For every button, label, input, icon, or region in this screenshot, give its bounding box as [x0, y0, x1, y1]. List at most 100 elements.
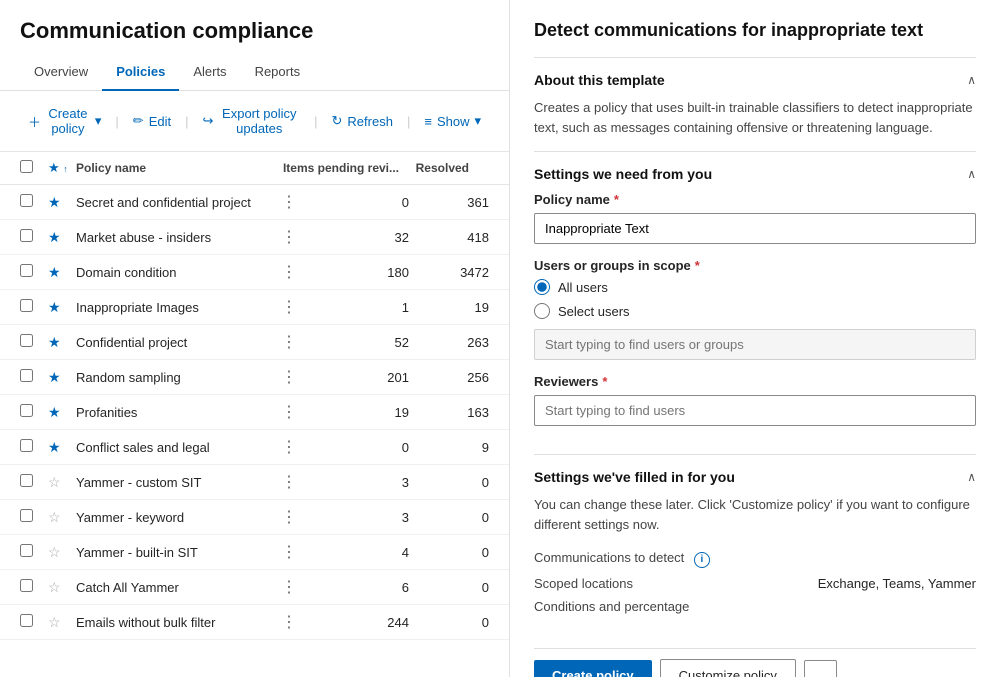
select-all-checkbox[interactable]	[20, 160, 33, 173]
row-menu-4[interactable]: ⋮	[279, 332, 299, 352]
header-pending: Items pending revi...	[279, 161, 399, 175]
row-checkbox-1[interactable]	[20, 229, 33, 242]
row-star-4[interactable]: ★	[48, 334, 76, 351]
row-pending-0: 0	[299, 195, 419, 210]
comms-to-detect-row: Communications to detect i	[534, 546, 976, 572]
row-resolved-10: 0	[419, 545, 489, 560]
row-star-12[interactable]: ☆	[48, 614, 76, 631]
row-star-0[interactable]: ★	[48, 194, 76, 211]
row-menu-2[interactable]: ⋮	[279, 262, 299, 282]
row-star-2[interactable]: ★	[48, 264, 76, 281]
row-name-2: Domain condition	[76, 265, 279, 280]
row-menu-11[interactable]: ⋮	[279, 577, 299, 597]
row-star-3[interactable]: ★	[48, 299, 76, 316]
table-row[interactable]: ☆ Yammer - custom SIT ⋮ 3 0	[0, 465, 509, 500]
table-row[interactable]: ☆ Emails without bulk filter ⋮ 244 0	[0, 605, 509, 640]
users-search-input[interactable]	[534, 329, 976, 360]
row-star-10[interactable]: ☆	[48, 544, 76, 561]
row-checkbox-11[interactable]	[20, 579, 33, 592]
create-policy-submit-button[interactable]: Create policy	[534, 660, 652, 677]
edit-button[interactable]: ✏ Edit	[125, 108, 179, 134]
row-menu-0[interactable]: ⋮	[279, 192, 299, 212]
row-star-1[interactable]: ★	[48, 229, 76, 246]
panel-title: Detect communications for inappropriate …	[534, 20, 976, 41]
about-chevron-icon: ∧	[967, 73, 976, 87]
tab-overview[interactable]: Overview	[20, 54, 102, 91]
about-section-header[interactable]: About this template ∧	[534, 58, 976, 98]
show-button[interactable]: ≡ Show ▾	[416, 108, 489, 134]
radio-select-users-input[interactable]	[534, 303, 550, 319]
about-description: Creates a policy that uses built-in trai…	[534, 98, 976, 137]
page-title: Communication compliance	[0, 0, 509, 54]
row-star-7[interactable]: ★	[48, 439, 76, 456]
row-star-5[interactable]: ★	[48, 369, 76, 386]
settings-from-you-header[interactable]: Settings we need from you ∧	[534, 152, 976, 192]
row-resolved-3: 19	[419, 300, 489, 315]
radio-select-users[interactable]: Select users	[534, 303, 976, 319]
table-row[interactable]: ☆ Catch All Yammer ⋮ 6 0	[0, 570, 509, 605]
table-row[interactable]: ☆ Yammer - keyword ⋮ 3 0	[0, 500, 509, 535]
header-star-cell[interactable]: ★ ↑	[48, 160, 76, 176]
reviewers-input[interactable]	[534, 395, 976, 426]
row-star-8[interactable]: ☆	[48, 474, 76, 491]
row-star-11[interactable]: ☆	[48, 579, 76, 596]
row-menu-6[interactable]: ⋮	[279, 402, 299, 422]
tab-alerts[interactable]: Alerts	[179, 54, 240, 91]
row-checkbox-0[interactable]	[20, 194, 33, 207]
row-name-4: Confidential project	[76, 335, 279, 350]
row-menu-8[interactable]: ⋮	[279, 472, 299, 492]
row-checkbox-cell	[20, 229, 48, 245]
radio-all-users[interactable]: All users	[534, 279, 976, 295]
row-menu-5[interactable]: ⋮	[279, 367, 299, 387]
row-checkbox-4[interactable]	[20, 334, 33, 347]
row-checkbox-5[interactable]	[20, 369, 33, 382]
row-checkbox-7[interactable]	[20, 439, 33, 452]
tab-reports[interactable]: Reports	[241, 54, 315, 91]
header-name[interactable]: Policy name	[76, 161, 279, 175]
radio-all-users-input[interactable]	[534, 279, 550, 295]
row-resolved-8: 0	[419, 475, 489, 490]
row-menu-1[interactable]: ⋮	[279, 227, 299, 247]
table-row[interactable]: ★ Secret and confidential project ⋮ 0 36…	[0, 185, 509, 220]
policy-name-input[interactable]	[534, 213, 976, 244]
row-menu-7[interactable]: ⋮	[279, 437, 299, 457]
row-checkbox-3[interactable]	[20, 299, 33, 312]
row-star-9[interactable]: ☆	[48, 509, 76, 526]
row-checkbox-8[interactable]	[20, 474, 33, 487]
separator4: |	[407, 114, 410, 129]
table-row[interactable]: ★ Domain condition ⋮ 180 3472	[0, 255, 509, 290]
table-row[interactable]: ★ Inappropriate Images ⋮ 1 19	[0, 290, 509, 325]
table-row[interactable]: ★ Market abuse - insiders ⋮ 32 418	[0, 220, 509, 255]
tab-policies[interactable]: Policies	[102, 54, 179, 91]
table-row[interactable]: ★ Confidential project ⋮ 52 263	[0, 325, 509, 360]
row-checkbox-12[interactable]	[20, 614, 33, 627]
export-button[interactable]: ↪ Export policy updates	[195, 101, 309, 141]
info-icon[interactable]: i	[694, 552, 710, 568]
customize-policy-button[interactable]: Customize policy	[660, 659, 796, 677]
row-star-6[interactable]: ★	[48, 404, 76, 421]
required-indicator: *	[614, 192, 619, 207]
row-menu-12[interactable]: ⋮	[279, 612, 299, 632]
create-policy-button[interactable]: ＋ Create policy ▾	[20, 101, 109, 141]
row-menu-9[interactable]: ⋮	[279, 507, 299, 527]
bottom-actions: Create policy Customize policy ...	[534, 648, 976, 677]
row-checkbox-2[interactable]	[20, 264, 33, 277]
row-pending-10: 4	[299, 545, 419, 560]
row-checkbox-9[interactable]	[20, 509, 33, 522]
row-menu-10[interactable]: ⋮	[279, 542, 299, 562]
table-row[interactable]: ★ Conflict sales and legal ⋮ 0 9	[0, 430, 509, 465]
row-checkbox-6[interactable]	[20, 404, 33, 417]
settings-filled-header[interactable]: Settings we've filled in for you ∧	[534, 455, 976, 495]
table-row[interactable]: ★ Profanities ⋮ 19 163	[0, 395, 509, 430]
row-name-6: Profanities	[76, 405, 279, 420]
table-row[interactable]: ★ Random sampling ⋮ 201 256	[0, 360, 509, 395]
row-checkbox-10[interactable]	[20, 544, 33, 557]
chevron-down-icon: ▾	[95, 113, 102, 129]
refresh-button[interactable]: ↻ Refresh	[324, 108, 401, 134]
row-pending-12: 244	[299, 615, 419, 630]
row-menu-3[interactable]: ⋮	[279, 297, 299, 317]
settings-filled-body: You can change these later. Click 'Custo…	[534, 495, 976, 632]
row-resolved-1: 418	[419, 230, 489, 245]
more-options-button[interactable]: ...	[804, 660, 837, 677]
table-row[interactable]: ☆ Yammer - built-in SIT ⋮ 4 0	[0, 535, 509, 570]
